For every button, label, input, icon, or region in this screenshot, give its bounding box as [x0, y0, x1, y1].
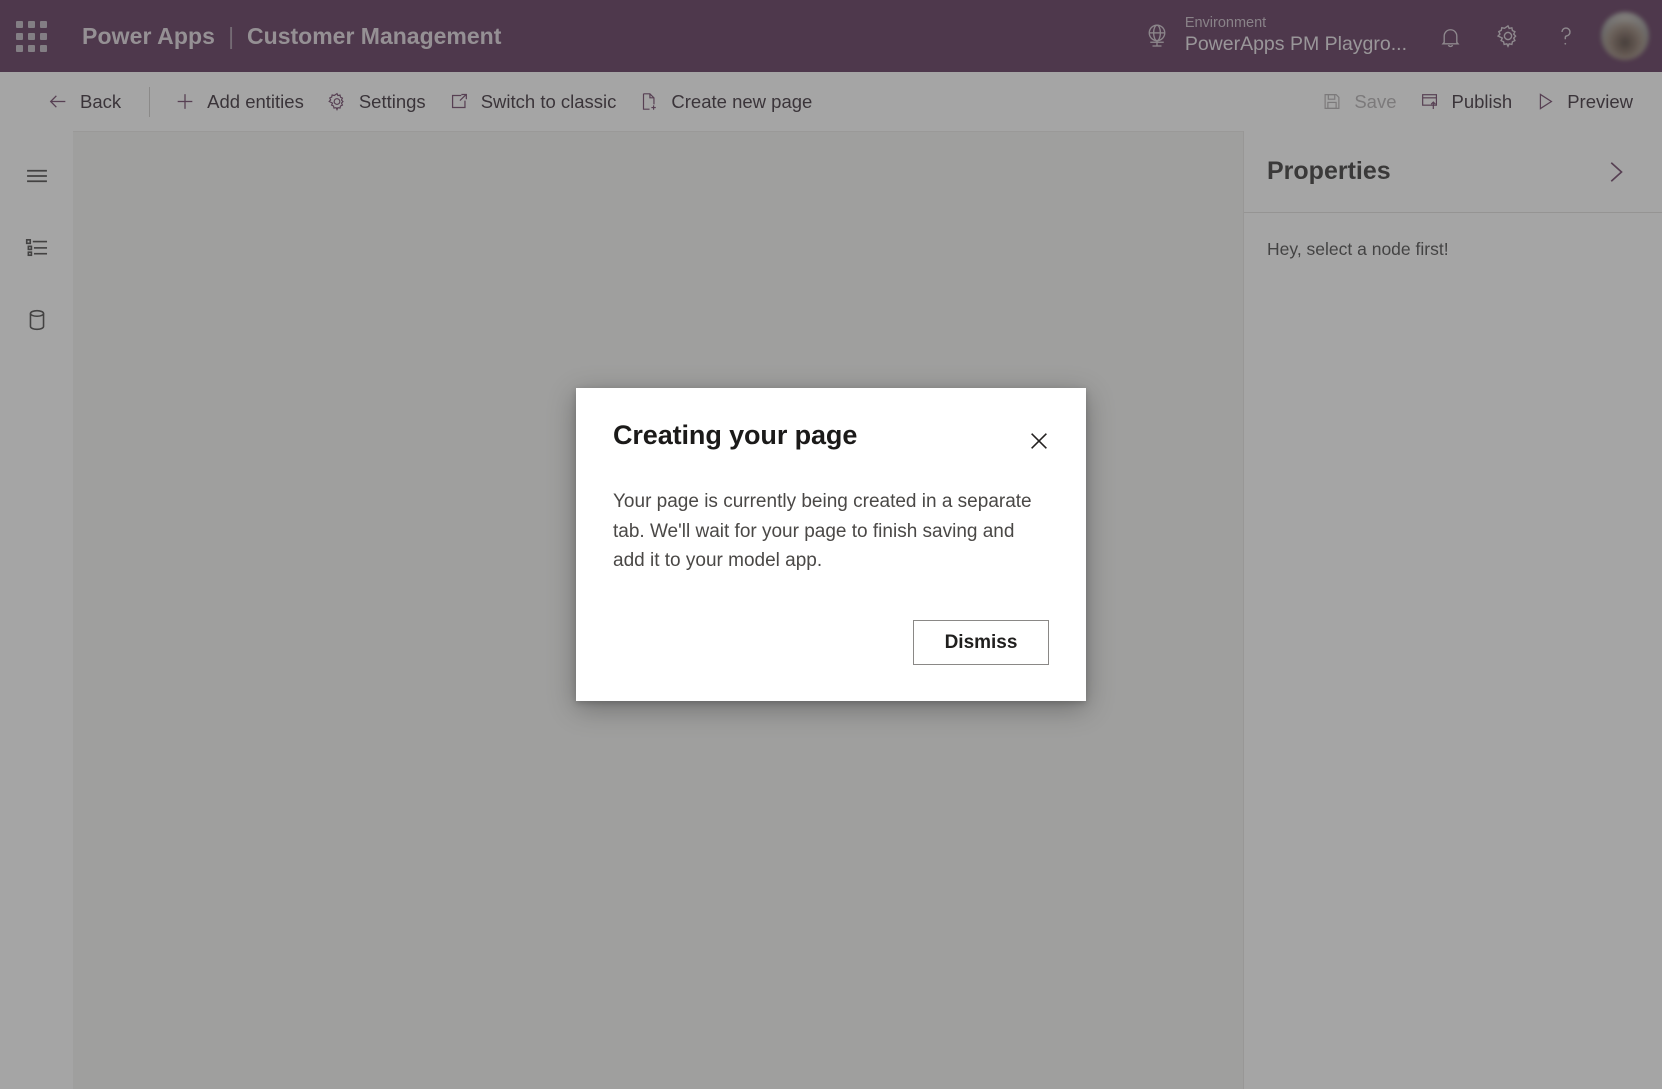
environment-value: PowerApps PM Playgro...	[1184, 32, 1407, 55]
notifications-button[interactable]	[1421, 5, 1479, 67]
user-avatar[interactable]	[1601, 12, 1649, 60]
close-dialog-button[interactable]	[1021, 423, 1057, 459]
settings-button[interactable]	[1479, 5, 1537, 67]
close-x-icon	[1026, 428, 1052, 454]
gear-icon	[1494, 22, 1522, 50]
bell-icon	[1437, 23, 1464, 50]
dialog-body-text: Your page is currently being created in …	[613, 491, 1032, 572]
help-button[interactable]	[1537, 5, 1595, 67]
environment-picker[interactable]: Environment PowerApps PM Playgro...	[1128, 8, 1421, 64]
globe-icon	[1142, 21, 1172, 51]
dialog-footer: Dismiss	[913, 620, 1049, 665]
app-launcher-button[interactable]	[0, 0, 62, 72]
brand-area[interactable]: Power Apps | Customer Management	[82, 23, 501, 50]
header-right-cluster: Environment PowerApps PM Playgro...	[1128, 0, 1662, 72]
waffle-grid-icon	[15, 20, 47, 52]
page-title: Customer Management	[247, 22, 502, 49]
dismiss-button[interactable]: Dismiss	[913, 620, 1049, 665]
brand-separator: |	[228, 22, 235, 49]
brand-name: Power Apps	[82, 22, 216, 49]
top-header-bar: Power Apps | Customer Management Environ…	[0, 0, 1662, 72]
dialog-header: Creating your page	[613, 420, 1049, 459]
question-mark-icon	[1552, 22, 1580, 50]
creating-page-dialog: Creating your page Your page is currentl…	[576, 388, 1086, 701]
dialog-title: Creating your page	[613, 420, 858, 450]
power-apps-model-driven-designer: Power Apps | Customer Management Environ…	[0, 0, 1662, 1089]
environment-label: Environment	[1184, 15, 1267, 32]
